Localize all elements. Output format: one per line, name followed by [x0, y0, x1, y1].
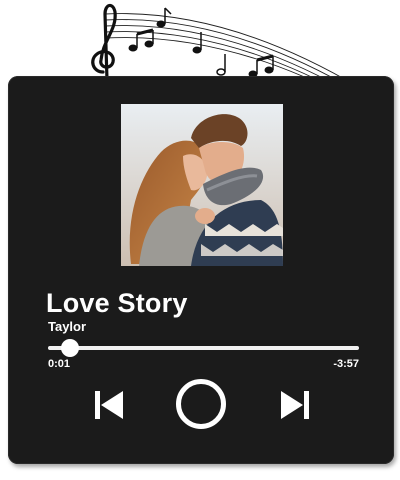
artist-name: Taylor	[48, 319, 87, 334]
skip-previous-icon	[95, 391, 123, 419]
album-cover	[121, 104, 283, 266]
progress-bar[interactable]	[48, 339, 359, 357]
next-button[interactable]	[278, 388, 312, 422]
skip-next-icon	[281, 391, 309, 419]
progress-knob[interactable]	[60, 339, 79, 357]
play-button[interactable]	[174, 377, 228, 431]
time-elapsed: 0:01	[48, 358, 71, 370]
song-title: Love Story	[46, 288, 188, 318]
music-player-plaque: Love Story Taylor 0:01 -3:57	[8, 76, 394, 464]
previous-button[interactable]	[92, 388, 126, 422]
time-remaining: -3:57	[333, 358, 359, 370]
play-circle-icon	[176, 379, 226, 429]
